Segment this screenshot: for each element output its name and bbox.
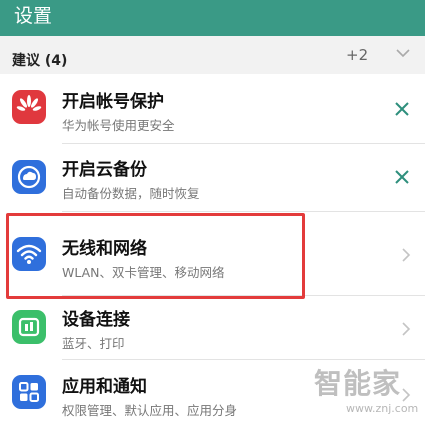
row-title: 设备连接 xyxy=(62,310,130,330)
chevron-down-icon[interactable] xyxy=(396,48,410,58)
apps-icon xyxy=(12,375,46,409)
close-icon[interactable] xyxy=(393,100,411,118)
row-subtitle: 自动备份数据，随时恢复 xyxy=(62,186,200,201)
watermark-url: www.znj.com xyxy=(346,402,419,415)
suggestions-header[interactable]: 建议 (4) +2 xyxy=(0,36,425,74)
cloud-backup-icon xyxy=(12,160,46,194)
chevron-right-icon xyxy=(402,248,411,262)
row-title: 应用和通知 xyxy=(62,377,147,397)
suggestions-title: 建议 (4) xyxy=(12,53,68,69)
watermark-brand: 智能家 xyxy=(314,367,402,400)
page-title: 设置 xyxy=(14,5,53,27)
suggestion-cloud-backup[interactable]: 开启云备份 自动备份数据，随时恢复 xyxy=(0,144,425,212)
row-title: 开启帐号保护 xyxy=(62,92,164,112)
close-icon[interactable] xyxy=(393,168,411,186)
huawei-account-icon xyxy=(12,90,46,124)
row-subtitle: 华为帐号使用更安全 xyxy=(62,118,175,133)
menu-item-device-connection[interactable]: 设备连接 蓝牙、打印 xyxy=(0,296,425,360)
watermark: 智能家 www.znj.com xyxy=(314,362,422,426)
row-title: 无线和网络 xyxy=(62,239,147,259)
suggestion-account-protection[interactable]: 开启帐号保护 华为帐号使用更安全 xyxy=(0,74,425,144)
chevron-right-icon xyxy=(402,322,411,336)
row-subtitle: 权限管理、默认应用、应用分身 xyxy=(62,403,238,418)
suggestions-count: +2 xyxy=(346,46,369,64)
row-subtitle: 蓝牙、打印 xyxy=(62,336,125,351)
wifi-icon xyxy=(12,237,46,271)
row-title: 开启云备份 xyxy=(62,160,147,180)
row-subtitle: WLAN、双卡管理、移动网络 xyxy=(62,265,225,280)
app-header: 设置 xyxy=(0,0,425,36)
device-connection-icon xyxy=(12,310,46,344)
menu-item-wireless-networks[interactable]: 无线和网络 WLAN、双卡管理、移动网络 xyxy=(0,212,425,296)
